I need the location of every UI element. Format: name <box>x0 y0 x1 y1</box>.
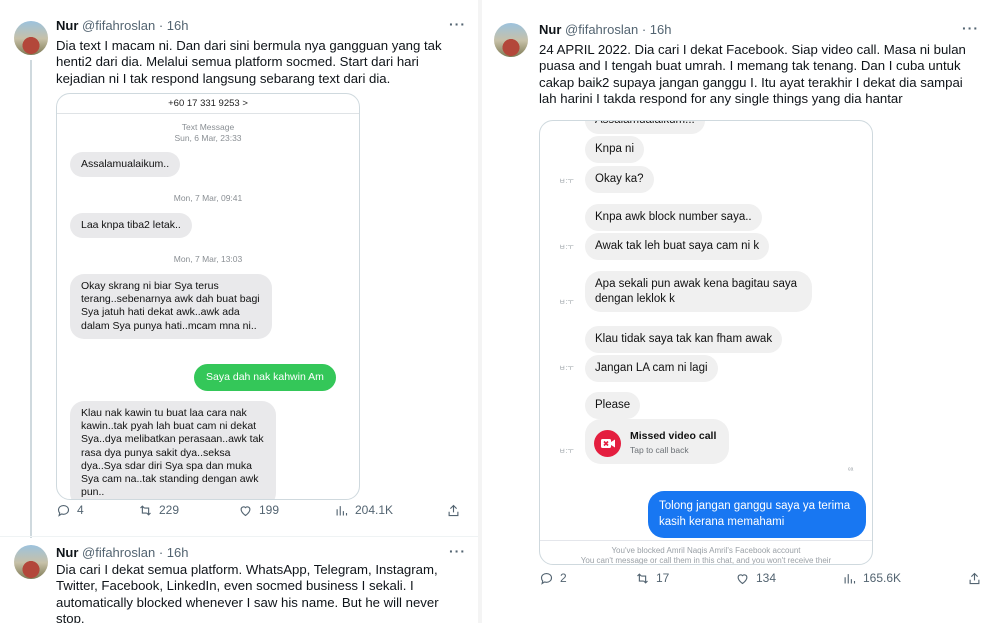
fb-message: Klau tidak saya tak kan fham awak <box>585 326 783 353</box>
repost-icon <box>140 504 151 516</box>
tweet-header: Nur @fifahroslan · 16h <box>56 18 188 33</box>
fb-message: Knpa ni <box>585 136 645 163</box>
repost-count: 229 <box>159 503 180 517</box>
sms-message: Okay skrang ni biar Sya terus terang..se… <box>70 274 272 339</box>
fb-timestamp: ㅂ:ㅜ <box>559 244 574 251</box>
tweet-text: Dia cari I dekat semua platform. WhatsAp… <box>56 562 439 623</box>
tweet-text: Dia text I macam ni. Dan dari sini bermu… <box>56 38 442 86</box>
fb-message: Please <box>585 392 641 419</box>
column-separator <box>478 0 482 623</box>
like-count: 199 <box>259 503 280 517</box>
author-handle[interactable]: @fifahroslan <box>565 22 638 37</box>
avatar[interactable] <box>494 23 528 57</box>
views-count: 204.1K <box>355 503 394 517</box>
fb-message: Apa sekali pun awak kena bagitau saya de… <box>585 271 812 312</box>
fb-sent-message: Tolong jangan ganggu saya ya terima kasi… <box>648 491 866 538</box>
author-name[interactable]: Nur <box>539 22 561 37</box>
sms-message: Assalamualaikum.. <box>70 152 181 178</box>
author-name[interactable]: Nur <box>56 545 78 560</box>
views-icon <box>844 573 856 583</box>
seen-indicator: ᵉᵃ <box>848 467 854 474</box>
fb-blocked-subnotice: You can't message or call them in this c… <box>580 556 832 565</box>
reply-icon <box>57 504 70 517</box>
sms-message: Laa knpa tiba2 letak.. <box>70 213 192 239</box>
like-button[interactable]: 134 <box>735 571 776 586</box>
reply-count: 4 <box>77 503 84 517</box>
missed-call-subtitle: Tap to call back <box>630 445 689 455</box>
fb-timestamp: ㅂ:ㅜ <box>559 365 574 372</box>
sms-screenshot[interactable]: +60 17 331 9253 > Text Message Sun, 6 Ma… <box>56 93 360 500</box>
like-icon <box>737 573 748 584</box>
sms-meta-time: Sun, 6 Mar, 23:33 <box>174 133 242 143</box>
like-count: 134 <box>756 571 777 585</box>
more-icon[interactable]: ··· <box>449 16 466 32</box>
like-icon <box>240 505 251 516</box>
author-handle[interactable]: @fifahroslan <box>82 18 155 33</box>
views-count: 165.6K <box>863 571 902 585</box>
fb-timestamp: ㅂ:ㅜ <box>559 448 574 455</box>
tweet-header: Nur @fifahroslan · 16h <box>56 545 188 560</box>
reply-button[interactable]: 2 <box>539 571 567 586</box>
missed-call-title: Missed video call <box>630 430 717 442</box>
repost-icon <box>637 572 648 584</box>
fb-message: Awak tak leh buat saya cam ni k <box>585 233 770 260</box>
views-button[interactable]: 165.6K <box>842 571 901 586</box>
repost-button[interactable]: 229 <box>138 503 179 518</box>
views-icon <box>336 505 348 515</box>
share-icon <box>969 572 980 584</box>
more-icon[interactable]: ··· <box>962 20 979 36</box>
sms-meta-time: Mon, 7 Mar, 09:41 <box>173 193 243 203</box>
sms-meta-time: Mon, 7 Mar, 13:03 <box>173 254 243 264</box>
sms-meta-type: Text Message <box>181 122 235 132</box>
tweet-time[interactable]: · 16h <box>642 22 672 37</box>
tweet-text: 24 APRIL 2022. Dia cari I dekat Facebook… <box>539 42 966 107</box>
fb-message: Jangan LA cam ni lagi <box>585 355 718 382</box>
sms-phone-number: +60 17 331 9253 > <box>57 94 359 114</box>
reply-button[interactable]: 4 <box>56 503 84 518</box>
fb-message: Assalamualaikum... <box>585 121 705 134</box>
reply-icon <box>540 572 553 585</box>
facebook-screenshot[interactable]: Assalamualaikum... Knpa ni ㅂ:ㅜ Okay ka? … <box>539 120 873 565</box>
share-button[interactable] <box>446 503 461 518</box>
reply-count: 2 <box>560 571 567 585</box>
thread-line <box>30 60 32 538</box>
fb-blocked-notice: You've blocked Amril Naqis Amril's Faceb… <box>611 546 801 555</box>
fb-message: Okay ka? <box>585 166 654 193</box>
more-icon[interactable]: ··· <box>449 543 466 559</box>
missed-video-call[interactable]: Missed video call Tap to call back <box>585 419 729 464</box>
avatar[interactable] <box>14 545 48 579</box>
avatar[interactable] <box>14 21 48 55</box>
tweet-time[interactable]: · 16h <box>159 18 189 33</box>
share-button[interactable] <box>967 571 982 586</box>
like-button[interactable]: 199 <box>238 503 279 518</box>
video-camera-icon <box>594 430 621 457</box>
repost-button[interactable]: 17 <box>635 571 669 586</box>
tweet-time[interactable]: · 16h <box>159 545 189 560</box>
share-icon <box>448 504 459 516</box>
fb-message: Knpa awk block number saya.. <box>585 204 762 231</box>
repost-count: 17 <box>656 571 670 585</box>
author-name[interactable]: Nur <box>56 18 78 33</box>
author-handle[interactable]: @fifahroslan <box>82 545 155 560</box>
tweet-header: Nur @fifahroslan · 16h <box>539 22 671 37</box>
tweet-divider <box>0 536 478 537</box>
sms-sent-message: Saya dah nak kahwin Am <box>194 364 336 392</box>
fb-timestamp: ㅂ:ㅜ <box>559 299 574 306</box>
views-button[interactable]: 204.1K <box>334 503 393 518</box>
fb-timestamp: ㅂ:ㅜ <box>559 178 574 185</box>
sms-message: Klau nak kawin tu buat laa cara nak kawi… <box>70 401 276 499</box>
fb-divider <box>540 540 872 541</box>
